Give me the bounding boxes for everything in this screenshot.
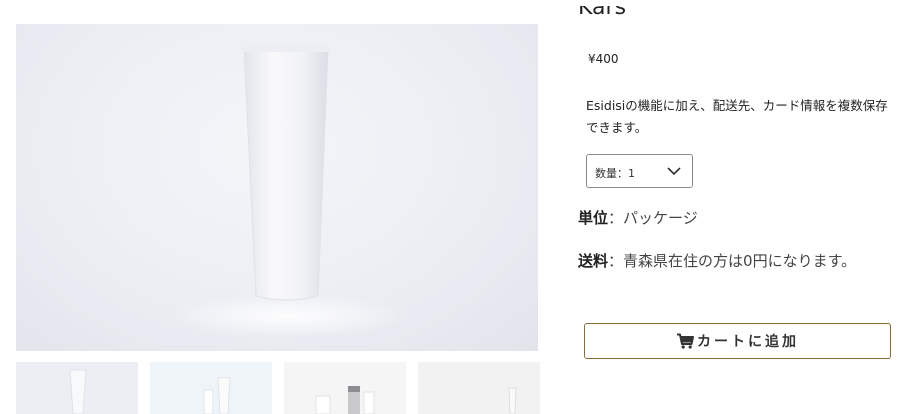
shipping-info: 送料：青森県在住の方は0円になります。 — [578, 250, 856, 271]
shipping-label: 送料 — [578, 252, 609, 270]
thumbnail-1[interactable] — [16, 362, 138, 414]
product-price: ¥400 — [588, 52, 619, 66]
white-tube-illustration — [168, 46, 408, 338]
quantity-select-value: 数量：1 — [595, 167, 635, 180]
quantity-select[interactable]: 数量：1 — [586, 154, 693, 188]
unit-separator: ： — [608, 209, 624, 227]
unit-info: 単位：パッケージ — [578, 207, 698, 228]
product-description: Esidisiの機能に加え、配送先、カード情報を複数保存できます。 — [586, 98, 888, 135]
thumbnail-2[interactable] — [150, 362, 272, 414]
cart-icon — [677, 333, 694, 349]
add-to-cart-label: カートに追加 — [697, 334, 799, 350]
thumbnail-4[interactable] — [418, 362, 540, 414]
product-main-image — [16, 24, 538, 351]
product-title: Kars — [578, 6, 627, 20]
thumbnail-strip — [16, 362, 540, 414]
unit-value: パッケージ — [623, 209, 698, 227]
chevron-down-icon — [667, 167, 681, 176]
shipping-separator: ： — [608, 252, 624, 270]
add-to-cart-button[interactable]: カートに追加 — [584, 323, 891, 359]
shipping-value: 青森県在住の方は0円になります。 — [623, 252, 857, 270]
thumbnail-3[interactable] — [284, 362, 406, 414]
unit-label: 単位 — [578, 209, 609, 227]
